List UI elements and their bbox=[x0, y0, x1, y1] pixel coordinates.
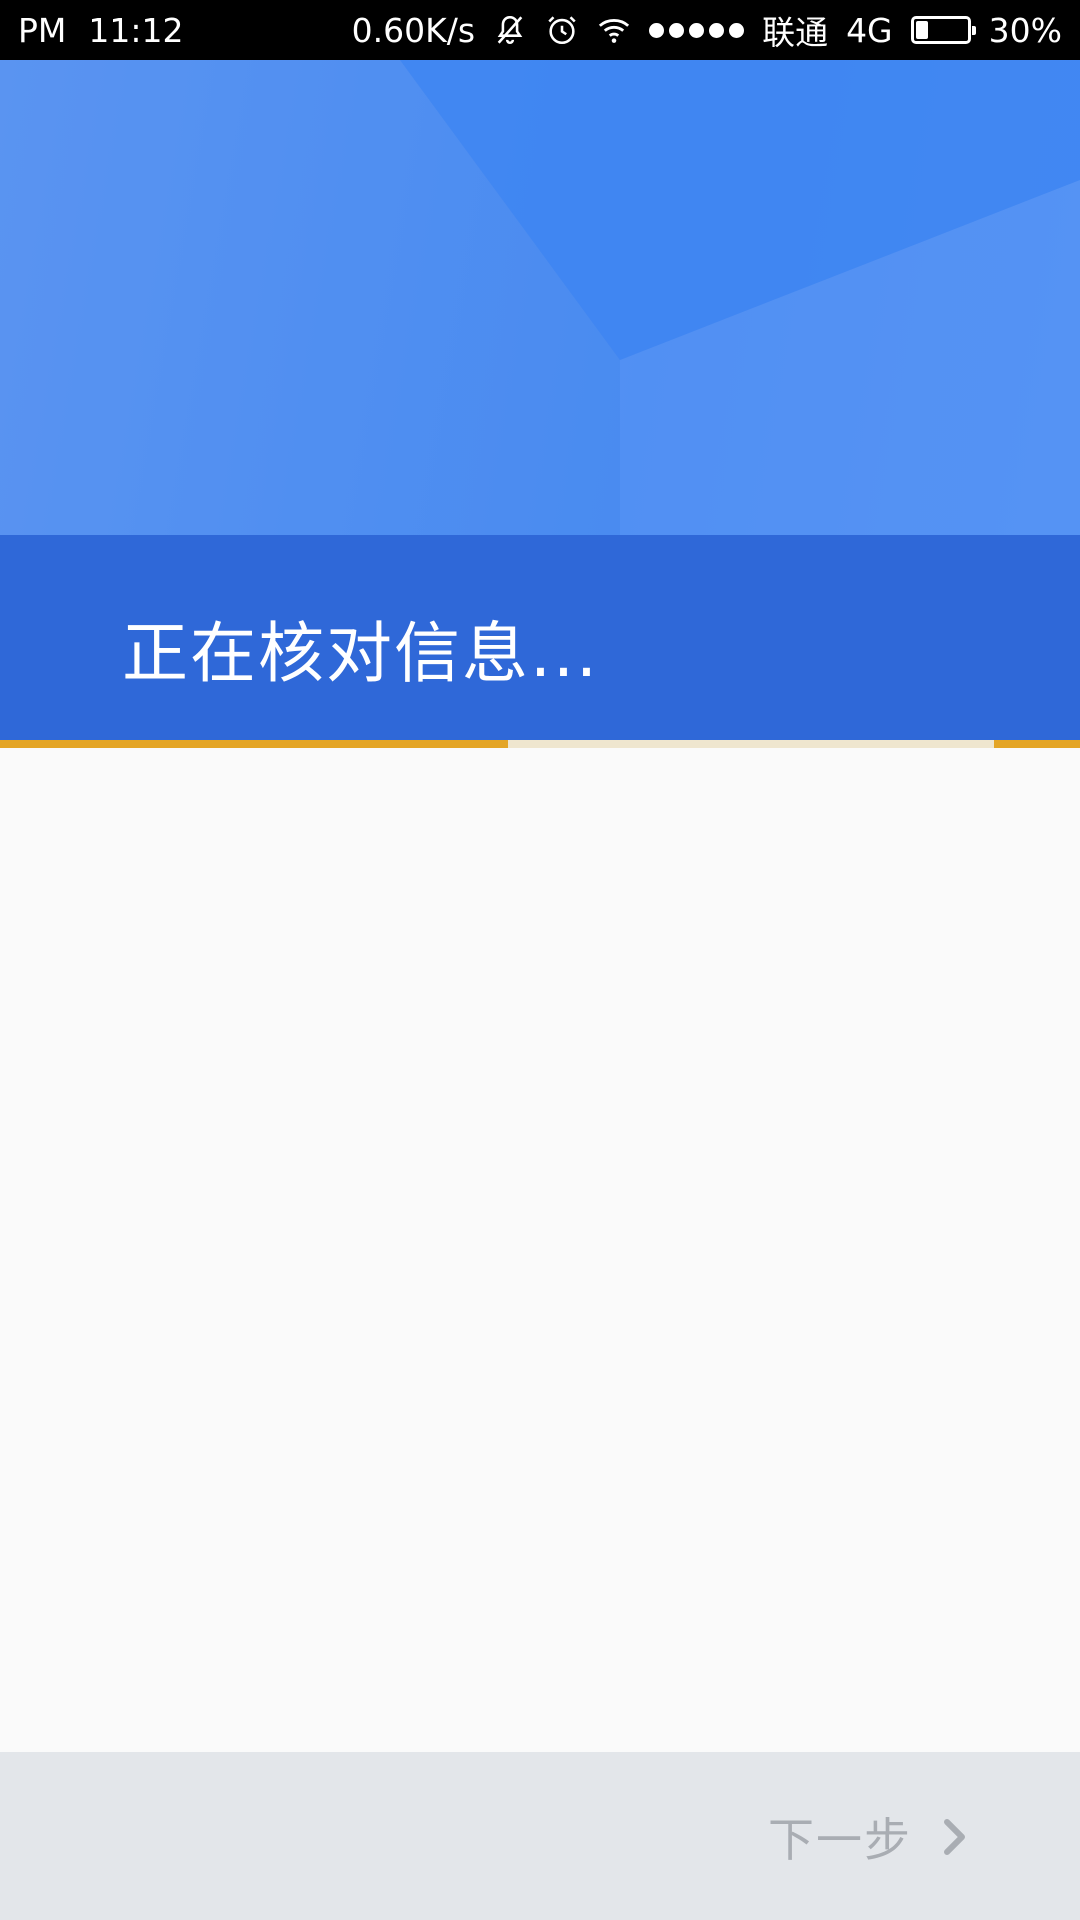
bell-off-icon bbox=[497, 15, 523, 44]
header-decoration bbox=[0, 60, 1080, 535]
screen: PM 11:12 0.60K/s 联通 4G 30% 正在核对信息... 下一步 bbox=[0, 0, 1080, 1920]
chevron-right-icon bbox=[944, 1819, 965, 1855]
network-type: 4G bbox=[846, 10, 893, 50]
signal-icon bbox=[649, 22, 745, 38]
status-bar-right: 0.60K/s 联通 4G 30% bbox=[352, 0, 1062, 60]
wifi-icon bbox=[598, 19, 630, 43]
header-background bbox=[0, 60, 1080, 535]
battery-percent: 30% bbox=[988, 10, 1062, 50]
status-period: PM bbox=[18, 10, 67, 50]
progress-fill bbox=[0, 740, 508, 748]
page-title: 正在核对信息... bbox=[122, 615, 599, 692]
carrier-name: 联通 bbox=[762, 13, 829, 52]
title-band: 正在核对信息... bbox=[0, 535, 1080, 740]
content-area bbox=[0, 748, 1080, 1752]
status-bar-left: PM 11:12 bbox=[18, 0, 183, 60]
progress-bar bbox=[0, 740, 1080, 748]
battery-fill bbox=[915, 21, 928, 39]
next-step-button[interactable]: 下一步 bbox=[768, 1802, 968, 1872]
alarm-icon bbox=[548, 16, 576, 45]
status-time: 11:12 bbox=[88, 10, 184, 50]
status-bar: PM 11:12 0.60K/s 联通 4G 30% bbox=[0, 0, 1080, 60]
next-step-label: 下一步 bbox=[768, 1813, 912, 1867]
bottom-bar: 下一步 bbox=[0, 1752, 1080, 1920]
battery-icon bbox=[910, 16, 976, 44]
progress-tail bbox=[994, 740, 1080, 748]
net-speed: 0.60K/s bbox=[351, 10, 476, 50]
